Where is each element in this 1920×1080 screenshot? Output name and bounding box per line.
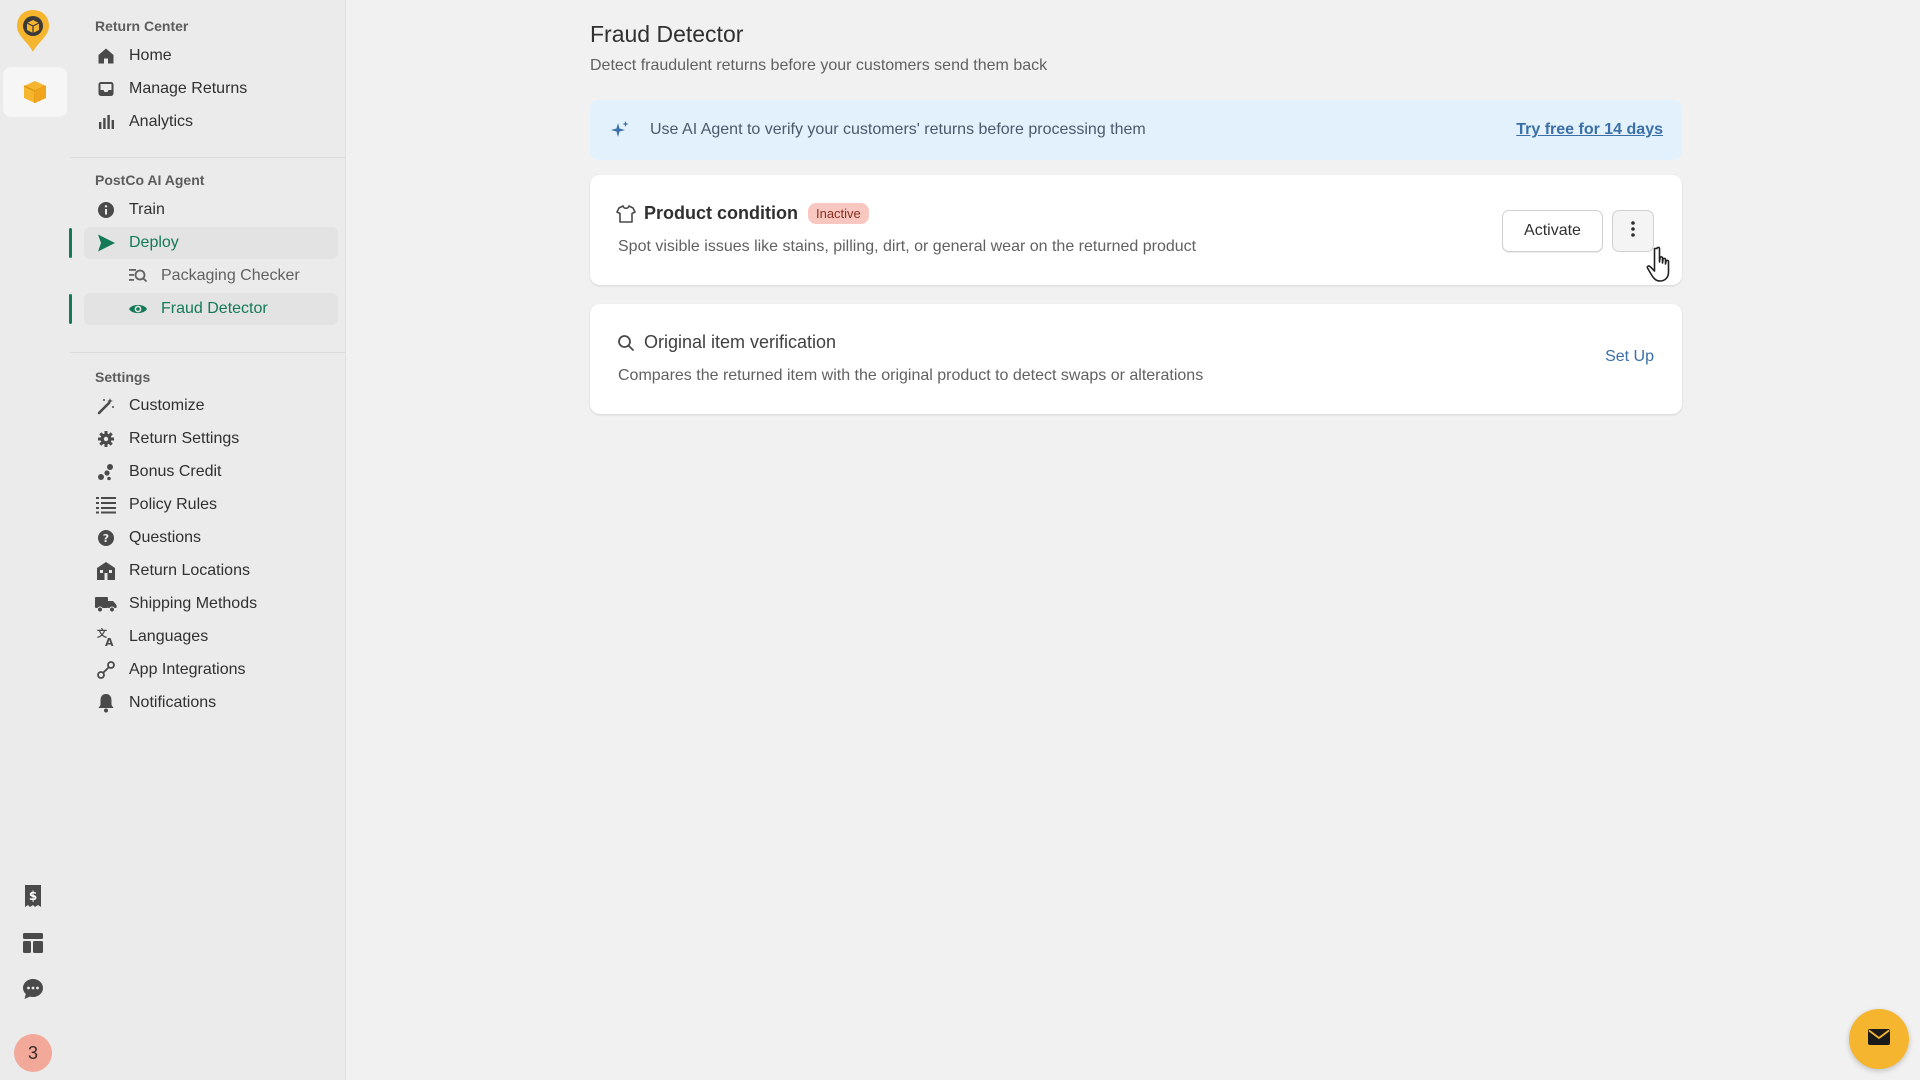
svg-text:$: $ — [29, 889, 37, 903]
inbox-icon — [95, 78, 117, 100]
sidebar-item-shipping-methods[interactable]: Shipping Methods — [84, 588, 338, 620]
list-icon — [95, 494, 117, 516]
sidebar-item-label: Home — [129, 47, 172, 64]
sidebar-item-label: Fraud Detector — [161, 300, 268, 317]
sidebar-item-packaging-checker[interactable]: Packaging Checker — [84, 260, 338, 292]
bar-chart-icon — [95, 111, 117, 133]
banner-text: Use AI Agent to verify your customers' r… — [650, 121, 1146, 138]
sidebar-item-label: Deploy — [129, 234, 179, 251]
translate-icon: 文A — [95, 626, 117, 648]
section-title-return-center: Return Center — [95, 18, 189, 34]
eye-icon — [127, 298, 149, 320]
sidebar-item-app-integrations[interactable]: App Integrations — [84, 654, 338, 686]
sidebar-item-languages[interactable]: 文A Languages — [84, 621, 338, 653]
layout-icon[interactable] — [20, 930, 46, 956]
sidebar: Return Center Home Manage Returns Analyt… — [69, 0, 346, 1080]
sidebar-item-policy-rules[interactable]: Policy Rules — [84, 489, 338, 521]
page-subtitle: Detect fraudulent returns before your cu… — [590, 57, 1048, 74]
sidebar-item-label: Customize — [129, 397, 205, 414]
sidebar-item-return-settings[interactable]: Return Settings — [84, 423, 338, 455]
mail-icon — [1867, 1028, 1891, 1051]
sidebar-item-analytics[interactable]: Analytics — [84, 106, 338, 138]
icon-rail: $ 3 — [0, 0, 70, 1080]
sidebar-item-label: Packaging Checker — [161, 267, 300, 284]
building-icon — [95, 560, 117, 582]
question-icon: ? — [95, 527, 117, 549]
postco-logo-icon[interactable] — [14, 8, 52, 54]
receipt-dollar-icon[interactable]: $ — [20, 883, 46, 909]
sidebar-item-label: Shipping Methods — [129, 595, 258, 612]
sidebar-item-fraud-detector[interactable]: Fraud Detector — [84, 293, 338, 325]
product-condition-card: Product condition Inactive Spot visible … — [590, 175, 1682, 285]
sidebar-item-deploy[interactable]: Deploy — [84, 227, 338, 259]
pointer-cursor-icon — [1644, 246, 1678, 284]
svg-text:A: A — [105, 636, 114, 647]
coins-icon — [95, 461, 117, 483]
notification-count-badge[interactable]: 3 — [14, 1034, 52, 1072]
card-title: Original item verification — [644, 332, 837, 352]
home-icon — [95, 45, 117, 67]
sidebar-item-label: Manage Returns — [129, 80, 248, 97]
try-free-link[interactable]: Try free for 14 days — [1516, 121, 1663, 139]
bell-icon — [95, 692, 117, 714]
sidebar-item-label: Languages — [129, 628, 209, 645]
sidebar-item-label: Train — [129, 201, 165, 218]
activate-button[interactable]: Activate — [1502, 210, 1603, 252]
svg-text:?: ? — [103, 532, 109, 545]
sidebar-item-label: Policy Rules — [129, 496, 218, 513]
section-title-ai-agent: PostCo AI Agent — [95, 172, 205, 188]
active-indicator — [69, 228, 72, 258]
card-description: Spot visible issues like stains, pilling… — [618, 238, 1197, 255]
sidebar-item-bonus-credit[interactable]: Bonus Credit — [84, 456, 338, 488]
sidebar-item-return-locations[interactable]: Return Locations — [84, 555, 338, 587]
sidebar-item-manage-returns[interactable]: Manage Returns — [84, 73, 338, 105]
search-icon — [616, 333, 636, 353]
sidebar-item-notifications[interactable]: Notifications — [84, 687, 338, 719]
chat-launcher-button[interactable] — [1849, 1009, 1909, 1069]
card-title: Product condition — [644, 203, 798, 223]
status-badge: Inactive — [807, 203, 869, 224]
info-icon — [95, 199, 117, 221]
sidebar-item-label: Questions — [129, 529, 202, 546]
gear-icon — [95, 428, 117, 450]
search-list-icon — [127, 265, 149, 287]
sidebar-item-customize[interactable]: Customize — [84, 390, 338, 422]
sidebar-item-train[interactable]: Train — [84, 194, 338, 226]
sparkle-icon — [610, 120, 630, 140]
active-indicator — [69, 294, 72, 324]
sidebar-divider — [70, 157, 346, 158]
more-vertical-icon — [1630, 220, 1636, 243]
sidebar-item-home[interactable]: Home — [84, 40, 338, 72]
original-item-verification-card: Original item verification Compares the … — [590, 304, 1682, 414]
card-description: Compares the returned item with the orig… — [618, 367, 1204, 384]
section-title-settings: Settings — [95, 369, 151, 385]
sidebar-item-label: App Integrations — [129, 661, 246, 678]
truck-icon — [95, 593, 117, 615]
integration-icon — [95, 659, 117, 681]
chat-icon[interactable] — [20, 976, 46, 1002]
sidebar-item-questions[interactable]: ? Questions — [84, 522, 338, 554]
sidebar-divider — [70, 352, 346, 353]
page-title: Fraud Detector — [590, 21, 744, 47]
sidebar-item-label: Return Settings — [129, 430, 240, 447]
sidebar-item-label: Bonus Credit — [129, 463, 222, 480]
sidebar-item-label: Notifications — [129, 694, 217, 711]
box-icon[interactable] — [3, 67, 67, 117]
shirt-icon — [616, 204, 636, 224]
set-up-link[interactable]: Set Up — [1605, 348, 1654, 366]
sidebar-item-label: Return Locations — [129, 562, 250, 579]
magic-wand-icon — [95, 395, 117, 417]
ai-agent-banner: Use AI Agent to verify your customers' r… — [590, 100, 1682, 160]
send-icon — [95, 232, 117, 254]
sidebar-item-label: Analytics — [129, 113, 194, 130]
